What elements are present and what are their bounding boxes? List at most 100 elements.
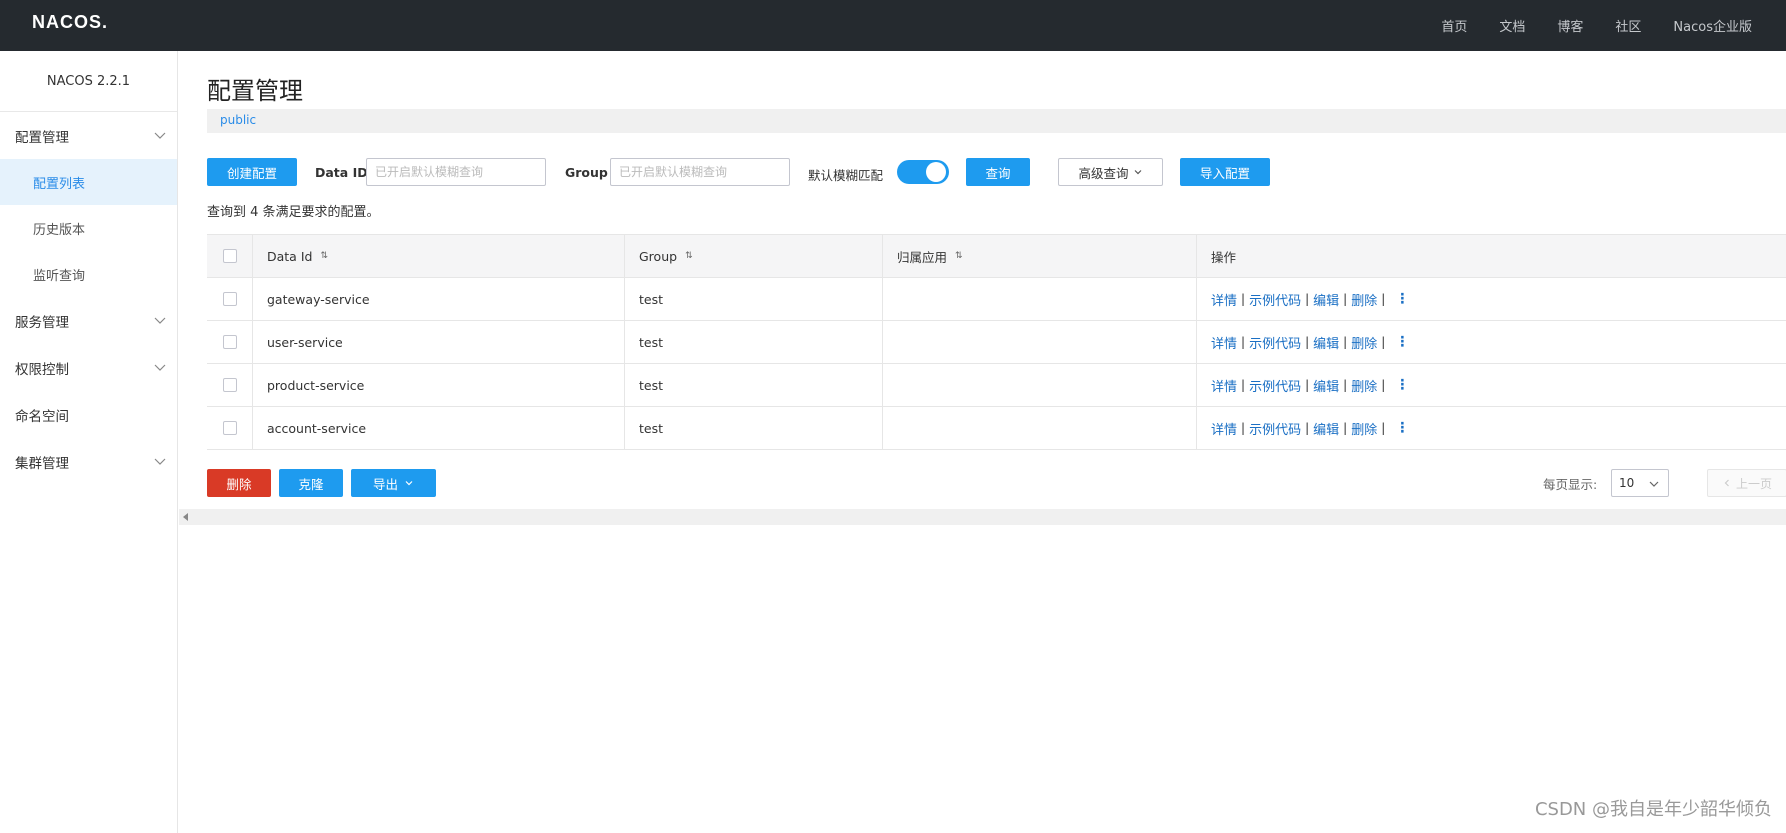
nav-enterprise[interactable]: Nacos企业版	[1673, 16, 1752, 35]
sort-icon[interactable]: ⇅	[685, 251, 693, 261]
version-label: NACOS 2.2.1	[0, 51, 177, 112]
detail-link[interactable]: 详情	[1211, 419, 1237, 438]
more-options-icon[interactable]: ⋮	[1395, 291, 1409, 307]
sample-code-link[interactable]: 示例代码	[1249, 290, 1301, 309]
sidebar-item-service-management[interactable]: 服务管理	[0, 297, 177, 344]
delete-link[interactable]: 删除	[1351, 419, 1377, 438]
sidebar-item-label: 配置管理	[15, 129, 69, 146]
sidebar-item-namespace[interactable]: 命名空间	[0, 391, 177, 438]
edit-link[interactable]: 编辑	[1313, 333, 1339, 352]
table-row: gateway-service test 详情 | 示例代码 | 编辑 | 删除 | ⋮	[207, 278, 1786, 321]
edit-link[interactable]: 编辑	[1313, 419, 1339, 438]
detail-link[interactable]: 详情	[1211, 333, 1237, 352]
search-toolbar: 创建配置 Data ID Group 默认模糊匹配 查询 高级查询 导入配置	[207, 158, 1786, 188]
top-nav: 首页 文档 博客 社区 Nacos企业版	[1441, 0, 1786, 51]
sidebar-item-listener-query[interactable]: 监听查询	[0, 251, 177, 297]
header-label: 归属应用	[897, 249, 948, 265]
separator: |	[1343, 378, 1348, 392]
page-size-value: 10	[1619, 476, 1635, 490]
advanced-query-dropdown[interactable]: 高级查询	[1058, 158, 1163, 186]
page-size-select[interactable]: 10	[1611, 469, 1669, 497]
horizontal-scrollbar[interactable]	[179, 509, 1786, 525]
nav-community[interactable]: 社区	[1615, 16, 1641, 35]
sidebar-item-history[interactable]: 历史版本	[0, 205, 177, 251]
cell-operations: 详情 | 示例代码 | 编辑 | 删除 | ⋮	[1196, 364, 1786, 406]
separator: |	[1381, 335, 1386, 349]
export-label: 导出	[372, 476, 398, 492]
sort-icon[interactable]: ⇅	[320, 251, 328, 261]
row-checkbox[interactable]	[223, 421, 237, 435]
row-select-cell	[207, 321, 253, 363]
top-bar: NACOS. 首页 文档 博客 社区 Nacos企业版	[0, 0, 1786, 51]
table-footer: 删除 克隆 导出 每页显示: 10 上一页 1	[207, 468, 1786, 498]
detail-link[interactable]: 详情	[1211, 290, 1237, 309]
edit-link[interactable]: 编辑	[1313, 290, 1339, 309]
fuzzy-match-label: 默认模糊匹配	[808, 168, 884, 183]
nav-blog[interactable]: 博客	[1557, 16, 1583, 35]
import-config-button[interactable]: 导入配置	[1180, 158, 1270, 186]
nacos-logo[interactable]: NACOS.	[32, 11, 122, 33]
query-button[interactable]: 查询	[966, 158, 1030, 186]
delete-link[interactable]: 删除	[1351, 333, 1377, 352]
separator: |	[1305, 378, 1310, 392]
detail-link[interactable]: 详情	[1211, 376, 1237, 395]
data-id-input[interactable]	[366, 158, 546, 186]
sidebar-item-label: 配置列表	[33, 176, 86, 192]
edit-link[interactable]: 编辑	[1313, 376, 1339, 395]
cell-group: test	[624, 321, 883, 363]
sidebar-item-label: 集群管理	[15, 455, 69, 472]
sidebar-item-config-management[interactable]: 配置管理	[0, 112, 177, 159]
separator: |	[1241, 421, 1246, 435]
cell-app	[882, 407, 1197, 449]
more-options-icon[interactable]: ⋮	[1395, 420, 1409, 436]
header-app[interactable]: 归属应用 ⇅	[882, 235, 1197, 277]
select-all-cell	[207, 235, 253, 277]
header-group[interactable]: Group ⇅	[624, 235, 883, 277]
cell-data-id: gateway-service	[252, 278, 625, 320]
export-dropdown[interactable]: 导出	[351, 469, 436, 497]
sort-icon[interactable]: ⇅	[955, 251, 963, 261]
cell-data-id: user-service	[252, 321, 625, 363]
clone-button[interactable]: 克隆	[279, 469, 343, 497]
page-title: 配置管理	[207, 77, 303, 105]
namespace-link[interactable]: public	[220, 113, 256, 127]
sidebar-item-access-control[interactable]: 权限控制	[0, 344, 177, 391]
cell-data-id: product-service	[252, 364, 625, 406]
cell-operations: 详情 | 示例代码 | 编辑 | 删除 | ⋮	[1196, 278, 1786, 320]
select-all-checkbox[interactable]	[223, 249, 237, 263]
nav-home[interactable]: 首页	[1441, 16, 1467, 35]
row-select-cell	[207, 364, 253, 406]
separator: |	[1305, 335, 1310, 349]
separator: |	[1381, 378, 1386, 392]
sample-code-link[interactable]: 示例代码	[1249, 376, 1301, 395]
sidebar-item-label: 服务管理	[15, 314, 69, 331]
prev-page-button[interactable]: 上一页	[1707, 469, 1786, 497]
scroll-left-icon[interactable]	[183, 513, 188, 521]
sidebar-item-config-list[interactable]: 配置列表	[0, 159, 177, 205]
row-checkbox[interactable]	[223, 378, 237, 392]
row-checkbox[interactable]	[223, 292, 237, 306]
sample-code-link[interactable]: 示例代码	[1249, 419, 1301, 438]
advanced-query-label: 高级查询	[1078, 165, 1129, 181]
more-options-icon[interactable]: ⋮	[1395, 334, 1409, 350]
header-data-id[interactable]: Data Id ⇅	[252, 235, 625, 277]
nav-docs[interactable]: 文档	[1499, 16, 1525, 35]
chevron-down-icon	[154, 317, 166, 324]
row-checkbox[interactable]	[223, 335, 237, 349]
batch-delete-button[interactable]: 删除	[207, 469, 271, 497]
page-size-label: 每页显示:	[1543, 477, 1598, 492]
separator: |	[1241, 335, 1246, 349]
fuzzy-match-toggle[interactable]	[897, 160, 949, 184]
row-select-cell	[207, 278, 253, 320]
create-config-button[interactable]: 创建配置	[207, 158, 297, 186]
chevron-down-icon	[405, 481, 413, 486]
cell-group: test	[624, 364, 883, 406]
delete-link[interactable]: 删除	[1351, 376, 1377, 395]
chevron-down-icon	[154, 458, 166, 465]
more-options-icon[interactable]: ⋮	[1395, 377, 1409, 393]
sample-code-link[interactable]: 示例代码	[1249, 333, 1301, 352]
sidebar-item-cluster-management[interactable]: 集群管理	[0, 438, 177, 485]
separator: |	[1305, 421, 1310, 435]
delete-link[interactable]: 删除	[1351, 290, 1377, 309]
group-input[interactable]	[610, 158, 790, 186]
